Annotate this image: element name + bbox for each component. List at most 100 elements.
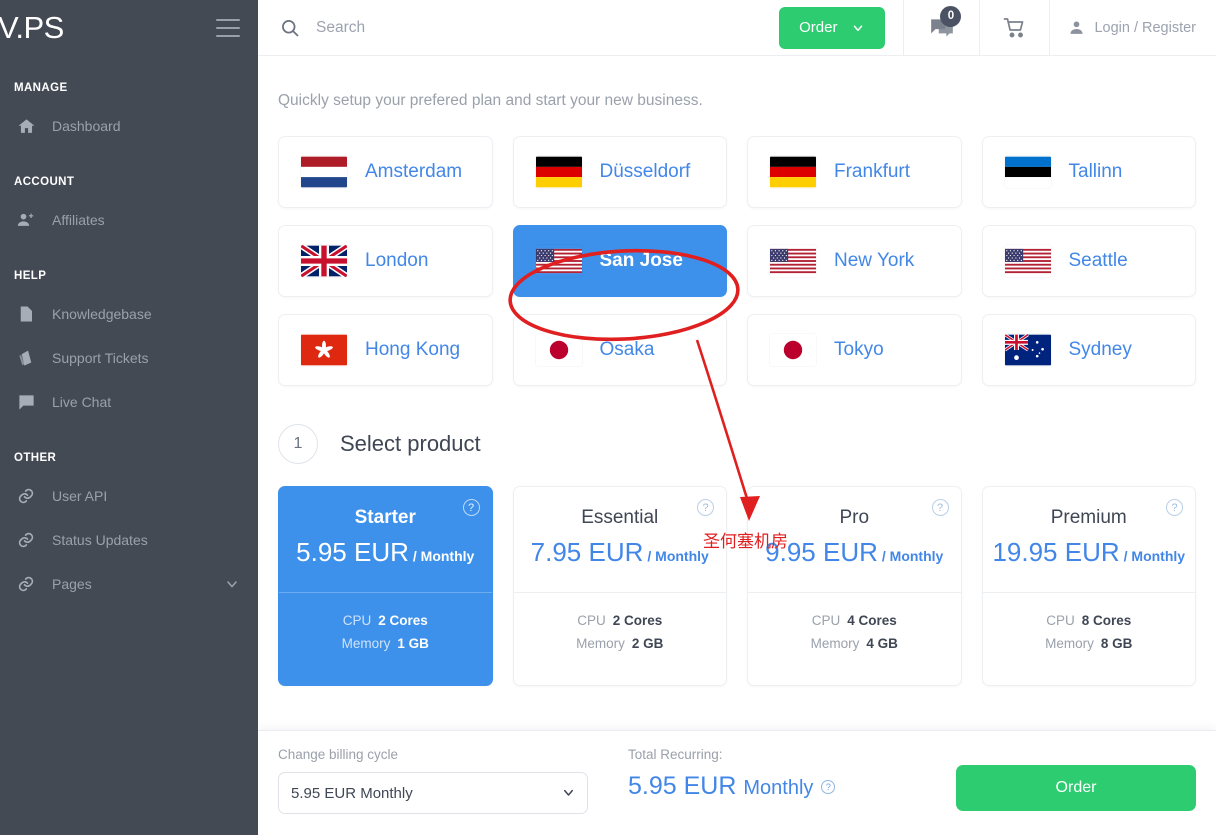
login-register-label: Login / Register	[1094, 19, 1196, 36]
location-card-tallinn[interactable]: Tallinn	[981, 136, 1196, 208]
help-icon[interactable]: ?	[462, 499, 480, 516]
order-dropdown-button[interactable]: Order	[779, 6, 886, 49]
help-icon[interactable]: ?	[1166, 499, 1183, 516]
help-icon[interactable]: ?	[821, 779, 836, 794]
location-card-london[interactable]: London	[278, 225, 493, 297]
billing-cycle-group: Change billing cycle 5.95 EUR Monthly	[278, 747, 588, 814]
sidebar-item-knowledgebase[interactable]: Knowledgebase	[0, 292, 258, 336]
product-name: Essential	[581, 507, 659, 528]
search-input[interactable]	[316, 0, 736, 55]
location-card-amsterdam[interactable]: Amsterdam	[278, 136, 493, 208]
location-name: Düsseldorf	[599, 161, 691, 182]
location-card-tokyo[interactable]: Tokyo	[747, 314, 962, 386]
order-dropdown-label: Order	[799, 19, 838, 36]
spec-value: 4 GB	[866, 636, 898, 651]
login-register-button[interactable]: Login / Register	[1049, 0, 1216, 56]
location-card-dusseldorf[interactable]: Düsseldorf	[512, 136, 727, 208]
link-icon	[0, 575, 52, 593]
order-submit-button[interactable]: Order	[956, 765, 1196, 811]
total-amount: 5.95 EUR	[628, 772, 737, 800]
spec-value: 8 Cores	[1081, 613, 1132, 628]
total-recurring-group: Total Recurring: 5.95 EUR Monthly ?	[628, 747, 836, 801]
location-card-seattle[interactable]: Seattle	[981, 225, 1196, 297]
product-header: Essential 7.95 EUR / Monthly	[514, 487, 727, 592]
product-price: 7.95 EUR / Monthly	[514, 537, 727, 568]
sidebar-header: V.PS	[0, 0, 258, 56]
product-name: Starter	[354, 507, 416, 528]
spec-value: 8 GB	[1100, 636, 1133, 651]
ticket-icon	[0, 349, 52, 368]
cart-button[interactable]	[979, 0, 1049, 56]
sidebar-item-live-chat[interactable]: Live Chat	[0, 380, 258, 424]
users-add-icon	[0, 210, 52, 230]
location-card-hong-kong[interactable]: Hong Kong	[278, 314, 493, 386]
sidebar-item-dashboard[interactable]: Dashboard	[0, 104, 258, 148]
hamburger-icon[interactable]	[216, 19, 240, 37]
flag-gb-icon	[301, 245, 347, 277]
spec-key: Memory	[810, 636, 860, 651]
home-icon	[0, 117, 52, 136]
product-price-period: / Monthly	[881, 548, 944, 564]
flag-us-icon	[1004, 245, 1051, 277]
sidebar-section-account: ACCOUNT	[14, 176, 75, 188]
help-icon[interactable]: ?	[931, 499, 949, 516]
location-card-san-jose[interactable]: San Jose	[512, 225, 727, 297]
chat-icon	[0, 393, 52, 412]
user-icon	[1068, 19, 1085, 36]
location-card-sydney[interactable]: Sydney	[981, 314, 1196, 386]
brand-logo[interactable]: V.PS	[0, 10, 64, 46]
sidebar-item-affiliates[interactable]: Affiliates	[0, 198, 258, 242]
product-card-pro[interactable]: ? Pro 9.95 EUR / Monthly CPU 4 Cores Mem…	[747, 486, 962, 686]
spec-key: CPU	[811, 613, 841, 628]
product-price-amount: 7.95 EUR	[530, 537, 644, 567]
product-price-period: / Monthly	[1123, 548, 1186, 564]
product-header: Starter 5.95 EUR / Monthly	[279, 487, 492, 592]
product-price: 19.95 EUR / Monthly	[983, 537, 1196, 568]
step-title: Select product	[340, 431, 481, 456]
location-name: Frankfurt	[834, 161, 911, 182]
topbar: Order 0 Login / Registe	[258, 0, 1216, 56]
product-card-premium[interactable]: ? Premium 19.95 EUR / Monthly CPU 8 Core…	[981, 486, 1196, 686]
spec-row: Memory 8 GB	[983, 632, 1196, 655]
sidebar-item-label: Knowledgebase	[52, 306, 152, 322]
step-number: 1	[278, 424, 318, 464]
spec-row: Memory 4 GB	[748, 632, 961, 655]
sidebar-section-other: OTHER	[14, 452, 57, 464]
total-period: Monthly	[743, 777, 814, 799]
sidebar-item-label: Live Chat	[52, 394, 112, 410]
help-icon[interactable]: ?	[697, 499, 714, 516]
location-name: Seattle	[1068, 250, 1128, 271]
location-card-frankfurt[interactable]: Frankfurt	[747, 136, 962, 208]
location-card-osaka[interactable]: Osaka	[512, 314, 727, 386]
product-card-essential[interactable]: ? Essential 7.95 EUR / Monthly CPU 2 Cor…	[512, 486, 727, 686]
spec-value: 2 Cores	[612, 613, 663, 628]
spec-row: Memory 2 GB	[514, 632, 727, 655]
billing-cycle-select-wrap: 5.95 EUR Monthly	[278, 772, 588, 814]
sidebar-item-label: Dashboard	[52, 118, 121, 134]
sidebar-item-support-tickets[interactable]: Support Tickets	[0, 336, 258, 380]
location-name: Amsterdam	[365, 161, 463, 182]
chevron-down-icon[interactable]	[224, 576, 240, 592]
product-specs: CPU 2 Cores Memory 2 GB	[513, 592, 727, 655]
sidebar-section-manage: MANAGE	[14, 82, 68, 94]
flag-ee-icon	[1004, 156, 1051, 188]
sidebar-item-user-api[interactable]: User API	[0, 474, 258, 518]
search-icon[interactable]	[280, 18, 300, 38]
sidebar-item-status-updates[interactable]: Status Updates	[0, 518, 258, 562]
messages-button[interactable]: 0	[903, 0, 979, 56]
product-price-period: / Monthly	[412, 548, 475, 564]
app-root: V.PS MANAGE Dashboard ACCOUNT Affiliates…	[0, 0, 1216, 835]
spec-key: Memory	[341, 636, 391, 651]
bottom-action-bar: Change billing cycle 5.95 EUR Monthly To…	[258, 730, 1216, 835]
product-header: Premium 19.95 EUR / Monthly	[983, 487, 1196, 592]
location-name: London	[365, 250, 429, 271]
sidebar-item-pages[interactable]: Pages	[0, 562, 258, 606]
sidebar-item-label: Pages	[52, 576, 92, 592]
step-header: 1 Select product	[258, 386, 1216, 464]
product-card-starter[interactable]: ? Starter 5.95 EUR / Monthly CPU 2 Cores	[278, 486, 493, 686]
billing-cycle-select[interactable]: 5.95 EUR Monthly	[278, 772, 588, 814]
sidebar-item-label: Support Tickets	[52, 350, 149, 366]
location-card-new-york[interactable]: New York	[747, 225, 962, 297]
sidebar-item-label: User API	[52, 488, 108, 504]
sidebar-group-manage: MANAGE Dashboard	[0, 82, 258, 148]
